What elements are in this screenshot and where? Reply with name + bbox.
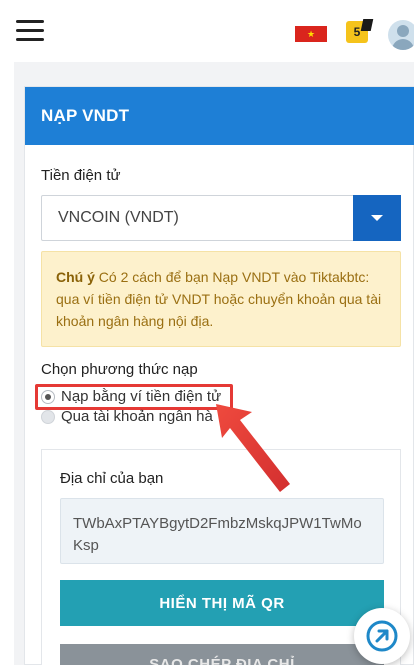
crypto-label: Tiền điện tử xyxy=(41,167,121,184)
card-title: NẠP VNDT xyxy=(25,87,414,145)
address-box: Địa chỉ của bạn TWbAxPTAYBgytD2FmbzMskqJ… xyxy=(41,449,401,665)
notice-text: Có 2 cách để bạn Nạp VNDT vào Tiktakbtc:… xyxy=(56,269,382,329)
method-option-label: Nạp bằng ví tiền điện tử xyxy=(61,388,222,405)
hamburger-menu-icon[interactable] xyxy=(16,20,44,42)
notice-bold: Chú ý xyxy=(56,269,95,285)
flag-star: ★ xyxy=(306,28,316,39)
address-label: Địa chỉ của bạn xyxy=(60,470,164,487)
notification-count: 5 xyxy=(353,25,361,39)
notification-badge-icon[interactable]: 5 xyxy=(346,21,368,43)
crypto-select-value: VNCOIN (VNDT) xyxy=(58,209,179,226)
method-option-bank[interactable]: Qua tài khoản ngân hà xyxy=(41,408,213,425)
address-field[interactable]: TWbAxPTAYBgytD2FmbzMskqJPW1TwMoKsp xyxy=(60,498,384,564)
caret-down-icon[interactable] xyxy=(353,195,401,241)
fab-glyph xyxy=(366,620,398,652)
copy-address-button[interactable]: SAO CHÉP ĐỊA CHỈ xyxy=(60,644,384,665)
top-bar: ★ 5 xyxy=(0,0,414,62)
crypto-select[interactable]: VNCOIN (VNDT) xyxy=(41,195,401,241)
method-option-wallet[interactable]: Nạp bằng ví tiền điện tử xyxy=(41,388,221,405)
show-qr-button[interactable]: HIỂN THỊ MÃ QR xyxy=(60,580,384,626)
notice-box: Chú ý Có 2 cách để bạn Nạp VNDT vào Tikt… xyxy=(41,251,401,347)
method-label: Chọn phương thức nạp xyxy=(41,361,198,378)
deposit-card: NẠP VNDT Tiền điện tử VNCOIN (VNDT) Chú … xyxy=(24,86,414,665)
method-option-label: Qua tài khoản ngân hà xyxy=(61,408,213,425)
external-link-icon[interactable] xyxy=(354,608,410,664)
radio-checked[interactable] xyxy=(41,389,55,404)
user-avatar-icon[interactable] xyxy=(388,20,414,50)
vietnam-flag-icon[interactable]: ★ xyxy=(295,26,327,42)
radio-unchecked[interactable] xyxy=(41,409,55,424)
